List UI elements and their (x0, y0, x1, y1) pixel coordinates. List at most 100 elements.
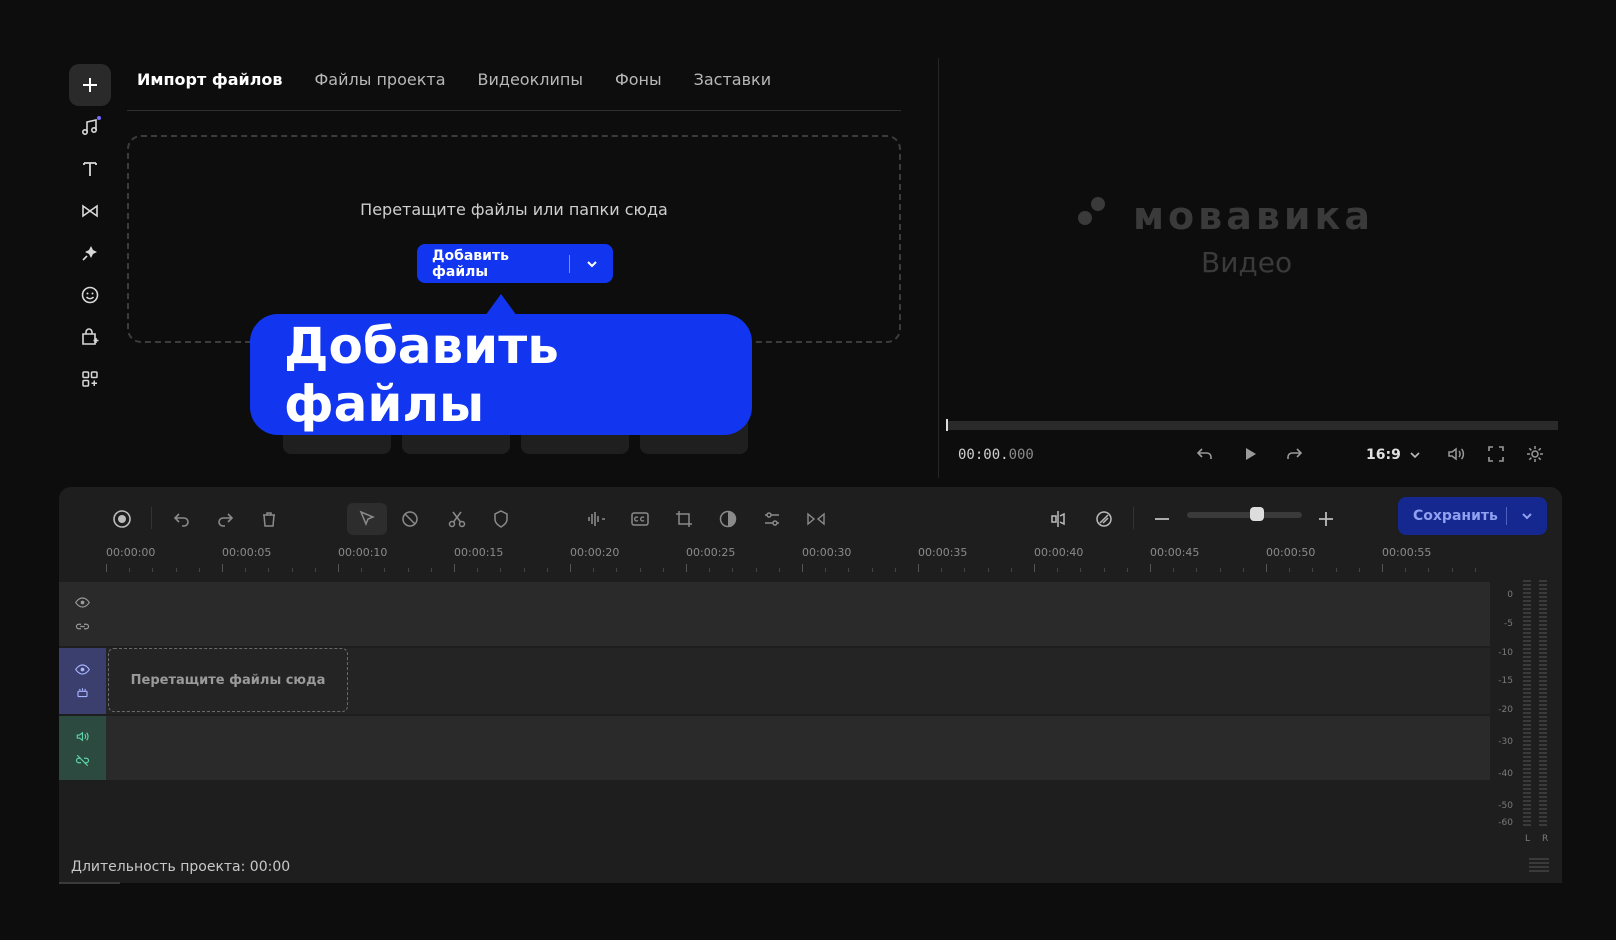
link-icon[interactable] (75, 619, 90, 634)
more-apps-button[interactable] (69, 358, 111, 400)
color-adjust-button[interactable] (716, 503, 740, 535)
ruler-major-tick (454, 564, 455, 572)
preview-progress-bar[interactable] (946, 421, 1558, 430)
audio-split-button[interactable] (584, 503, 608, 535)
ruler-minor-tick (871, 568, 873, 572)
meter-db-label: -60 (1498, 818, 1513, 828)
ruler-major-tick (1266, 564, 1267, 572)
add-files-label: Добавить файлы (432, 247, 509, 280)
video-mute-icon[interactable] (75, 686, 90, 701)
record-button[interactable] (110, 503, 134, 535)
transition-wizard-button[interactable] (804, 503, 828, 535)
undo-button[interactable] (170, 503, 194, 535)
play-button[interactable] (1240, 444, 1260, 464)
effects-icon (82, 246, 97, 261)
save-dropdown[interactable] (1507, 510, 1547, 522)
shield-icon (494, 510, 508, 528)
meter-db-label: -40 (1498, 769, 1513, 779)
tab-import[interactable]: Импорт файлов (137, 70, 283, 89)
playhead[interactable] (946, 419, 948, 431)
preview-settings-button[interactable] (1525, 444, 1545, 464)
audio-track-header (59, 716, 106, 780)
add-files-button[interactable]: Добавить файлы (417, 244, 613, 283)
callout-text: Добавить файлы (284, 316, 559, 433)
tab-video-clips[interactable]: Видеоклипы (478, 70, 583, 89)
ruler-major-tick (802, 564, 803, 572)
time-ruler[interactable]: 00:00:00 00:00:05 00:00:10 00:00:15 00:00:20… (106, 546, 1486, 574)
redo-arrow-icon (1287, 448, 1303, 459)
audio-track[interactable] (59, 716, 1490, 780)
sliders-icon (765, 512, 779, 526)
tab-backgrounds[interactable]: Фоны (615, 70, 662, 89)
ruler-minor-tick (1173, 568, 1175, 572)
timecode: 00:00.000 (958, 447, 1034, 463)
redo-button[interactable] (213, 503, 237, 535)
delete-button[interactable] (257, 503, 281, 535)
left-toolbar (69, 64, 111, 400)
select-tool-button[interactable] (347, 503, 387, 535)
zoom-out-button[interactable] (1150, 503, 1174, 535)
ruler-minor-tick (1474, 568, 1476, 572)
zoom-slider-knob[interactable] (1250, 507, 1264, 521)
minus-icon (1155, 518, 1169, 520)
ruler-minor-tick (546, 568, 548, 572)
fullscreen-button[interactable] (1486, 444, 1506, 464)
meter-left-channel (1523, 580, 1531, 828)
horizontal-scrollbar[interactable] (59, 882, 120, 884)
fullscreen-icon (1488, 446, 1504, 462)
eye-icon[interactable] (75, 595, 90, 610)
volume-icon (1448, 447, 1465, 461)
ruler-minor-tick (639, 568, 641, 572)
ruler-time-label: 00:00:30 (802, 546, 852, 559)
ruler-minor-tick (1103, 568, 1105, 572)
music-button[interactable] (69, 106, 111, 148)
aspect-ratio-select[interactable]: 16:9 (1366, 447, 1421, 463)
eye-icon[interactable] (75, 662, 90, 677)
captions-button[interactable] (628, 503, 652, 535)
volume-button[interactable] (1446, 444, 1466, 464)
titles-button[interactable] (69, 148, 111, 190)
overlay-track[interactable] (59, 582, 1490, 646)
contrast-icon (719, 510, 737, 528)
detach-audio-button[interactable] (1046, 503, 1070, 535)
tab-intros[interactable]: Заставки (694, 70, 771, 89)
transitions-button[interactable] (69, 190, 111, 232)
import-button[interactable] (69, 64, 111, 106)
save-button[interactable]: Сохранить (1398, 497, 1547, 535)
tab-project-files[interactable]: Файлы проекта (315, 70, 446, 89)
crop-button[interactable] (672, 503, 696, 535)
ruler-minor-tick (1196, 568, 1198, 572)
zoom-in-button[interactable] (1314, 503, 1338, 535)
marker-button[interactable] (489, 503, 513, 535)
timeline-drop-area[interactable]: Перетащите файлы сюда (108, 648, 348, 712)
record-icon (113, 510, 131, 528)
ruler-major-tick (106, 564, 107, 572)
meter-db-label: -30 (1498, 737, 1513, 747)
ruler-major-tick (570, 564, 571, 572)
split-button[interactable] (445, 503, 469, 535)
ruler-minor-tick (1451, 568, 1453, 572)
meter-settings-icon[interactable] (1527, 856, 1551, 876)
magnet-icon (1096, 511, 1112, 527)
ruler-minor-tick (755, 568, 757, 572)
store-button[interactable] (69, 316, 111, 358)
ruler-major-tick (686, 564, 687, 572)
tabs-divider (127, 110, 901, 111)
zoom-slider-track[interactable] (1187, 512, 1302, 518)
volume-icon[interactable] (75, 729, 90, 744)
toolbar-separator (151, 507, 152, 529)
step-back-button[interactable] (1195, 444, 1215, 464)
clip-properties-button[interactable] (760, 503, 784, 535)
step-forward-button[interactable] (1284, 444, 1304, 464)
ruler-minor-tick (1057, 568, 1059, 572)
blade-tool-button[interactable] (398, 503, 422, 535)
meter-db-label: -20 (1498, 705, 1513, 715)
chevron-down-icon (586, 260, 597, 267)
unlink-icon[interactable] (75, 753, 90, 768)
stickers-button[interactable] (69, 274, 111, 316)
meter-left-label: L (1525, 834, 1531, 844)
magnet-button[interactable] (1092, 503, 1116, 535)
timecode-main: 00:00. (958, 447, 1009, 463)
add-files-dropdown[interactable] (570, 258, 613, 270)
effects-button[interactable] (69, 232, 111, 274)
